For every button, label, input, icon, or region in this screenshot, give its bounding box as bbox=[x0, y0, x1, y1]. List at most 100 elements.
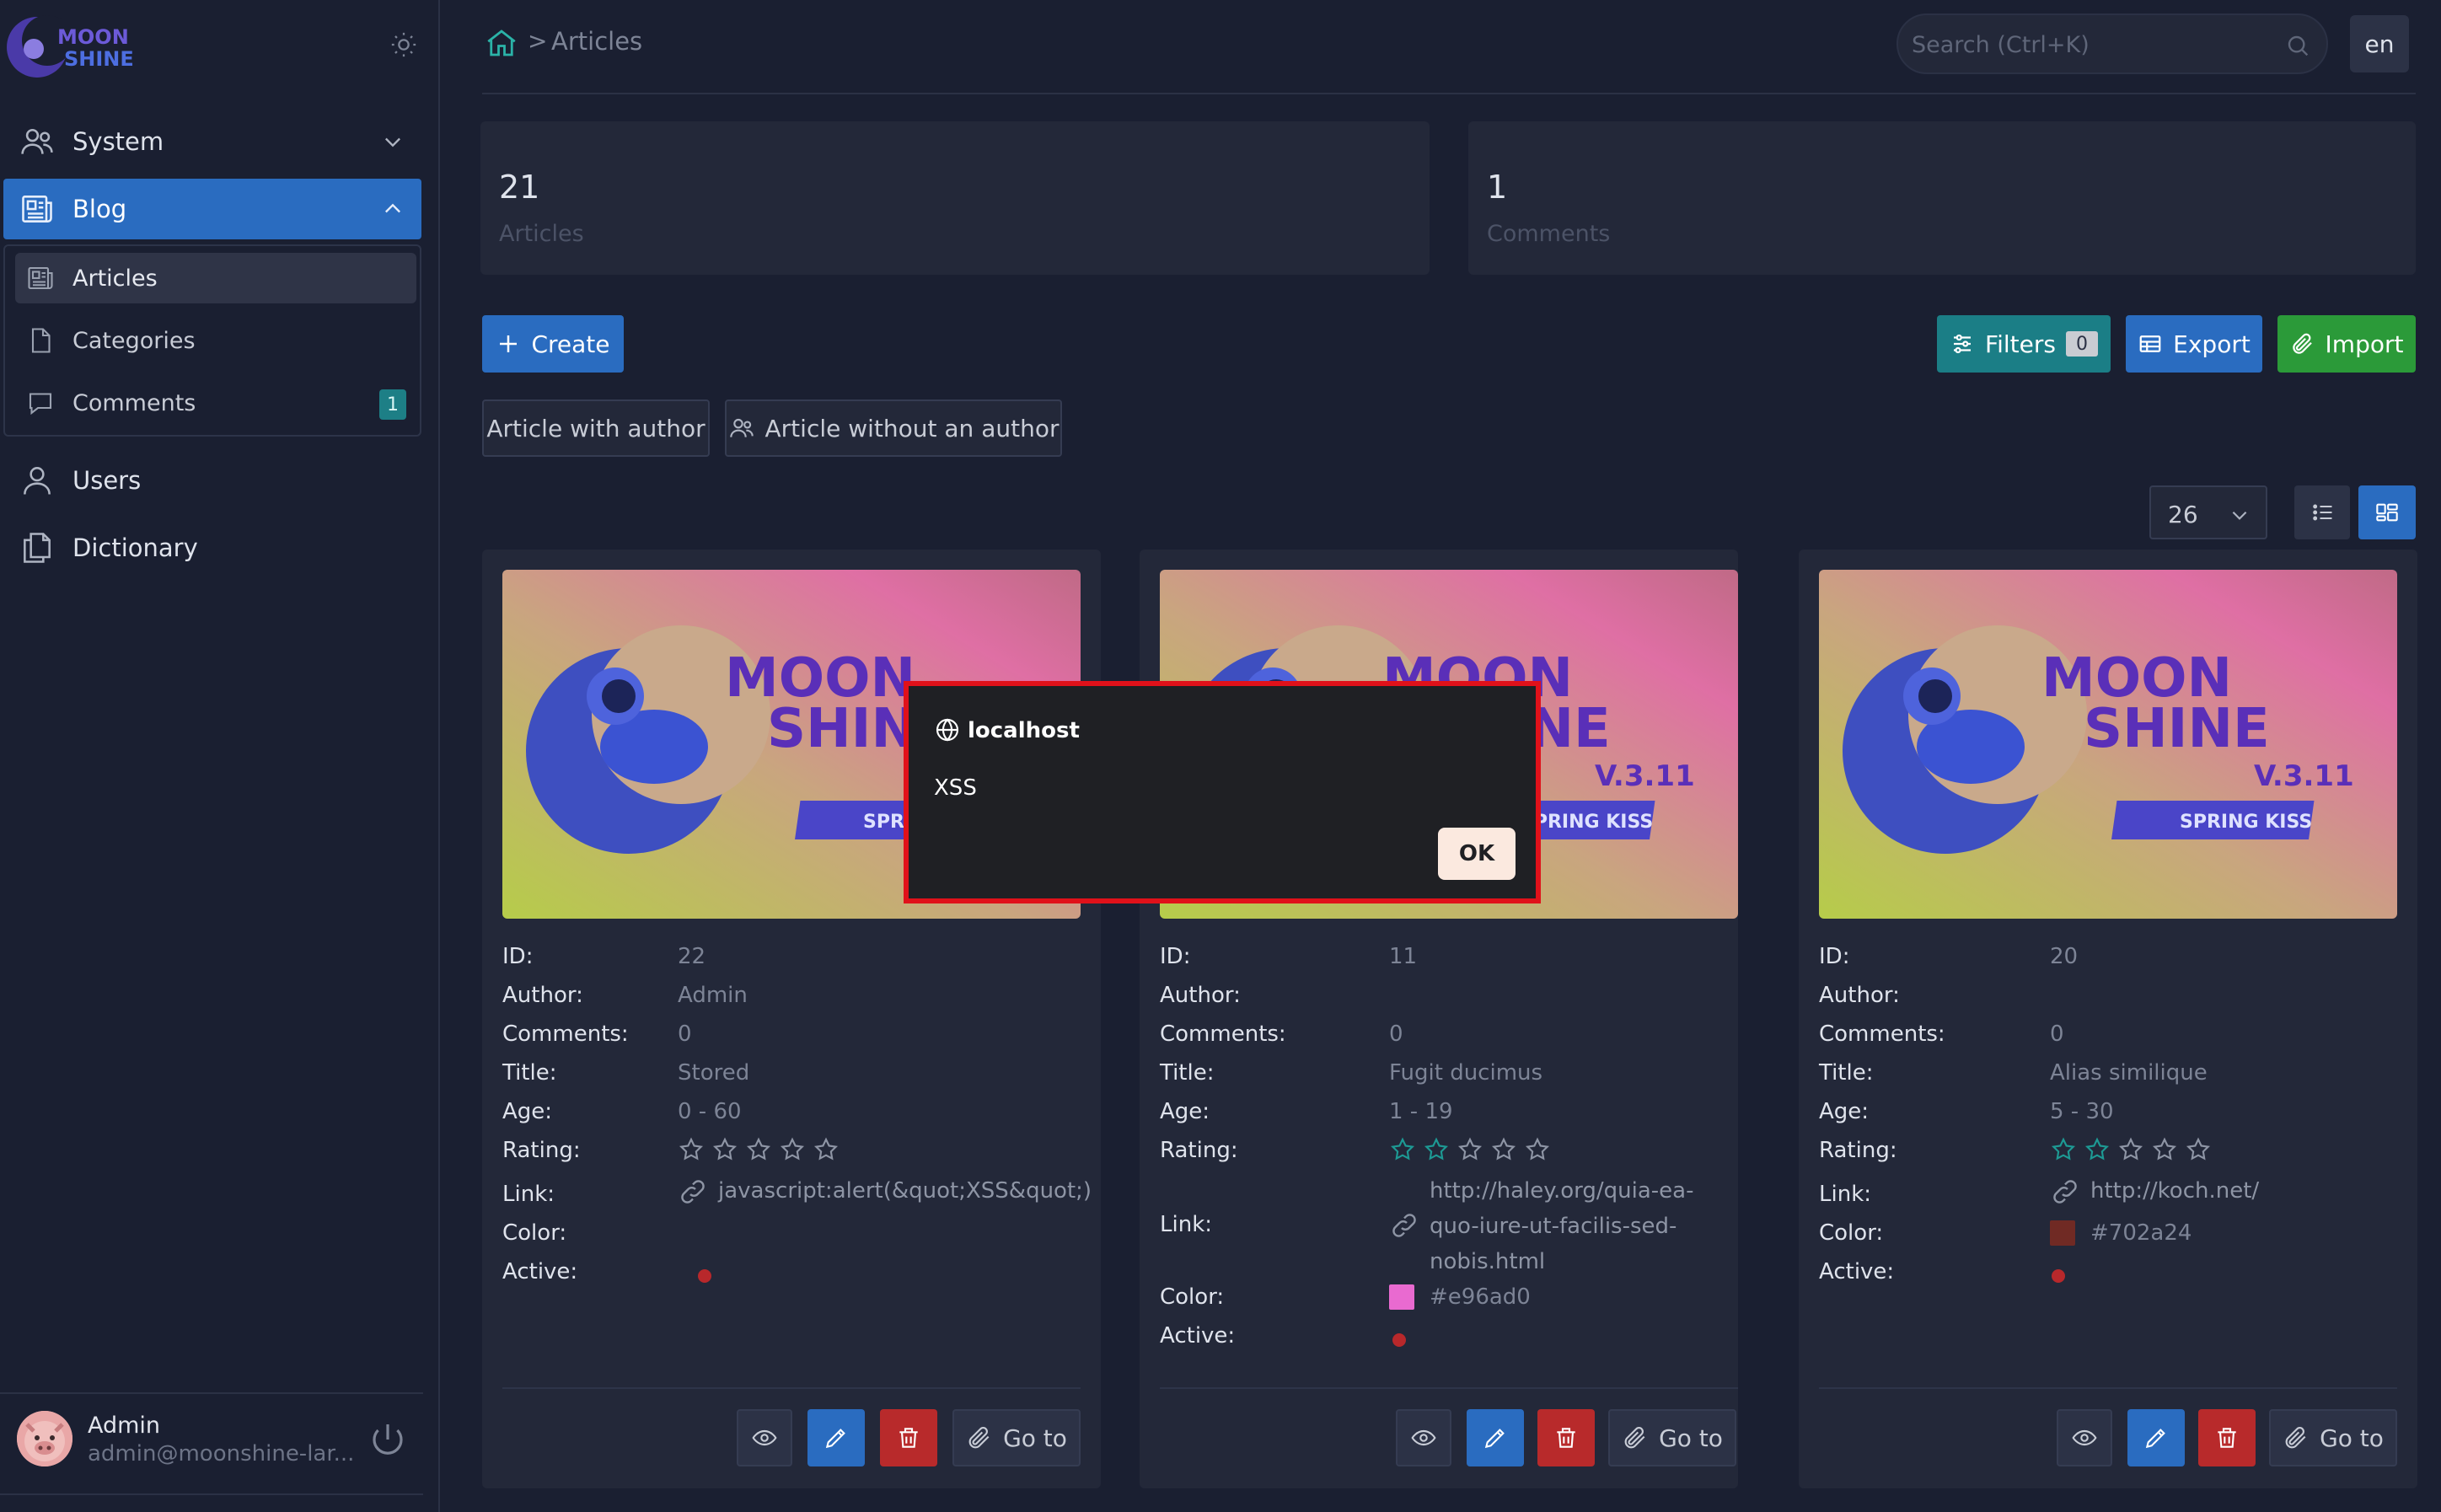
field-label: Active: bbox=[502, 1259, 578, 1284]
field-value: Stored bbox=[678, 1060, 750, 1086]
link-text: http://haley.org/quia-ea- quo-iure-ut-fa… bbox=[1430, 1178, 1694, 1274]
language-switcher[interactable]: en bbox=[2350, 15, 2409, 72]
metric-value: 1 bbox=[1487, 169, 1508, 206]
sun-icon[interactable] bbox=[389, 30, 418, 59]
newspaper-icon bbox=[22, 196, 52, 223]
rating-stars bbox=[2050, 1136, 2212, 1163]
moonshine-logo[interactable]: MOON SHINE bbox=[3, 7, 158, 81]
alert-dialog: localhost XSS OK bbox=[904, 681, 1541, 903]
field-label: Link: bbox=[1819, 1182, 1872, 1207]
sidebar-item-articles[interactable]: Articles bbox=[15, 253, 416, 303]
image-text: SPRING KISS bbox=[2180, 812, 2312, 833]
field-label: Active: bbox=[1819, 1259, 1895, 1284]
eye-icon bbox=[752, 1429, 777, 1446]
field-value: 11 bbox=[1389, 944, 1418, 969]
field-label: Author: bbox=[1819, 983, 1900, 1008]
delete-button[interactable] bbox=[1537, 1409, 1595, 1466]
sidebar-item-comments[interactable]: Comments 1 bbox=[15, 378, 416, 428]
sidebar-item-label: Dictionary bbox=[72, 533, 198, 562]
field-value: #e96ad0 bbox=[1430, 1284, 1531, 1310]
goto-button[interactable]: Go to bbox=[952, 1409, 1081, 1466]
avatar[interactable] bbox=[17, 1411, 72, 1466]
card-view-button[interactable] bbox=[2358, 485, 2416, 539]
chevron-down-icon bbox=[385, 137, 400, 147]
goto-button[interactable]: Go to bbox=[2269, 1409, 2397, 1466]
field-label: Color: bbox=[502, 1220, 567, 1246]
field-label: Author: bbox=[1160, 983, 1241, 1008]
star-icon bbox=[1491, 1137, 1516, 1161]
star-icon bbox=[2152, 1137, 2177, 1161]
active-indicator bbox=[2052, 1269, 2065, 1283]
edit-button[interactable] bbox=[2127, 1409, 2185, 1466]
field-label: Rating: bbox=[1160, 1138, 1238, 1163]
link-icon bbox=[2053, 1180, 2077, 1204]
field-value: Alias similique bbox=[2050, 1060, 2208, 1086]
export-button[interactable]: Export bbox=[2126, 315, 2262, 373]
filters-button[interactable]: Filters 0 bbox=[1937, 315, 2111, 373]
view-button[interactable] bbox=[737, 1409, 792, 1466]
field-label: Rating: bbox=[1819, 1138, 1897, 1163]
quick-filter-with-author[interactable]: Article with author bbox=[482, 399, 710, 457]
field-label: Link: bbox=[502, 1182, 555, 1207]
sidebar-item-blog[interactable]: Blog bbox=[3, 179, 421, 239]
create-button[interactable]: Create bbox=[482, 315, 624, 373]
import-label: Import bbox=[2325, 330, 2404, 358]
user-panel: Admin admin@moonshine-lar... bbox=[0, 1392, 423, 1495]
star-icon bbox=[2084, 1137, 2110, 1161]
view-button[interactable] bbox=[2057, 1409, 2112, 1466]
star-icon bbox=[2118, 1137, 2143, 1161]
delete-button[interactable] bbox=[2198, 1409, 2256, 1466]
image-text: V.3.11 bbox=[1595, 759, 1695, 793]
star-icon bbox=[1390, 1137, 1415, 1161]
header-divider bbox=[482, 93, 2416, 94]
delete-button[interactable] bbox=[880, 1409, 937, 1466]
field-label: Age: bbox=[1819, 1099, 1870, 1124]
field-label: Color: bbox=[1160, 1284, 1225, 1310]
field-label: Comments: bbox=[1819, 1021, 1945, 1047]
goto-button[interactable]: Go to bbox=[1608, 1409, 1736, 1466]
edit-button[interactable] bbox=[1467, 1409, 1524, 1466]
link-text: javascript:alert(&quot;XSS&quot;) bbox=[718, 1178, 1092, 1204]
import-button[interactable]: Import bbox=[2277, 315, 2416, 373]
chat-icon bbox=[29, 393, 52, 416]
ok-button[interactable]: OK bbox=[1438, 828, 1516, 880]
star-icon bbox=[1525, 1137, 1550, 1161]
color-swatch bbox=[2050, 1220, 2075, 1246]
chevron-up-icon bbox=[385, 203, 400, 213]
article-image[interactable]: MOON SHINE V.3.11 SPRING KISS bbox=[1819, 570, 2397, 919]
list-view-button[interactable] bbox=[2294, 485, 2350, 539]
field-value: 0 bbox=[1389, 1021, 1403, 1047]
metric-articles: 21 Articles bbox=[480, 121, 1430, 275]
field-value: #702a24 bbox=[2090, 1220, 2192, 1246]
view-button[interactable] bbox=[1396, 1409, 1451, 1466]
svg-text:MOON: MOON bbox=[57, 25, 129, 49]
sidebar-item-dictionary[interactable]: Dictionary bbox=[3, 517, 421, 578]
goto-label: Go to bbox=[2320, 1424, 2384, 1452]
sidebar-item-system[interactable]: System bbox=[3, 111, 421, 172]
field-value: Admin bbox=[678, 983, 748, 1008]
field-label: Color: bbox=[1819, 1220, 1884, 1246]
home-icon[interactable] bbox=[484, 25, 519, 61]
quick-filter-without-author[interactable]: Article without an author bbox=[725, 399, 1062, 457]
goto-label: Go to bbox=[1003, 1424, 1067, 1452]
svg-text:SHINE: SHINE bbox=[64, 47, 134, 71]
power-icon[interactable] bbox=[367, 1419, 408, 1460]
field-label: ID: bbox=[1819, 944, 1850, 969]
sidebar-item-users[interactable]: Users bbox=[3, 450, 421, 511]
field-label: Author: bbox=[502, 983, 583, 1008]
search-input[interactable]: Search (Ctrl+K) bbox=[1896, 13, 2328, 74]
breadcrumb: Articles bbox=[551, 27, 643, 56]
star-icon bbox=[1424, 1137, 1449, 1161]
globe-icon bbox=[936, 718, 959, 742]
sidebar-item-categories[interactable]: Categories bbox=[15, 315, 416, 366]
star-icon bbox=[712, 1137, 738, 1161]
per-page-select[interactable]: 26 bbox=[2149, 485, 2267, 539]
user-name: Admin bbox=[88, 1413, 161, 1439]
rating-stars bbox=[678, 1136, 840, 1163]
edit-button[interactable] bbox=[807, 1409, 865, 1466]
field-label: ID: bbox=[1160, 944, 1191, 969]
quick-filter-label: Article with author bbox=[486, 414, 705, 442]
article-card: MOON SHINE V.3.11 SPRING KISS ID: 20 Auth… bbox=[1799, 550, 2417, 1488]
users-icon bbox=[729, 418, 754, 437]
rating-stars bbox=[1389, 1136, 1551, 1163]
